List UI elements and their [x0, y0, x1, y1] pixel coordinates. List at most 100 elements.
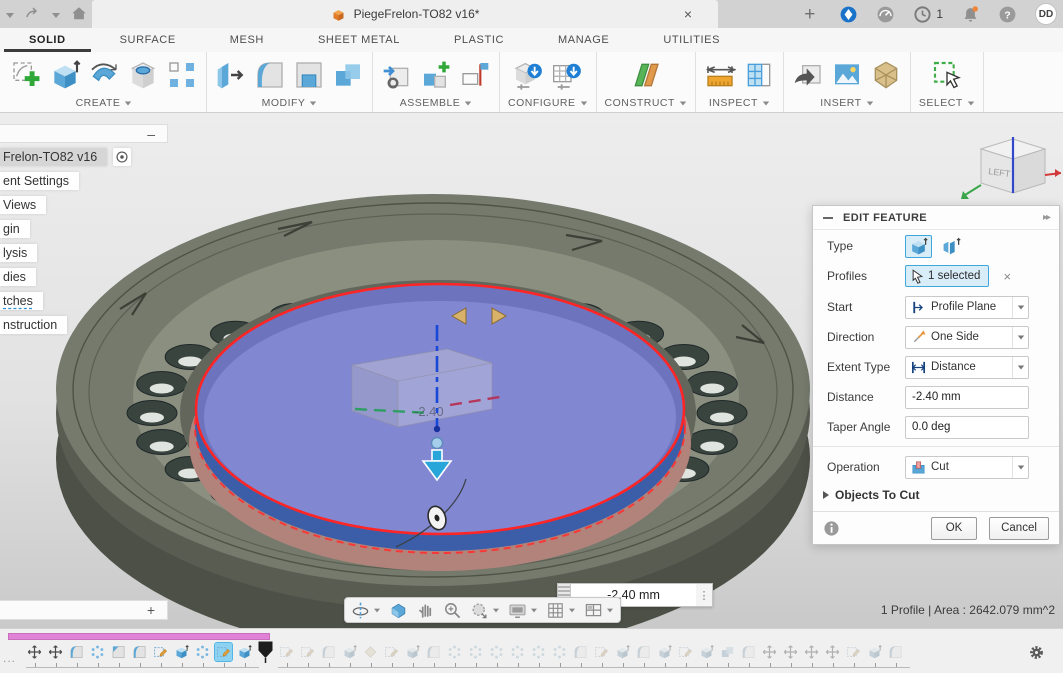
new-component-icon[interactable]	[381, 59, 413, 91]
job-status-icon[interactable]	[876, 5, 895, 24]
pattern[interactable]	[446, 643, 463, 661]
chamfer[interactable]	[110, 643, 127, 661]
objects-to-cut-expander[interactable]: Objects To Cut	[823, 488, 919, 502]
move[interactable]	[26, 643, 43, 661]
move[interactable]	[824, 643, 841, 661]
browser-item-label[interactable]: Views	[0, 196, 46, 214]
toolbar-group-dropdown[interactable]: CONSTRUCT	[605, 97, 687, 109]
ok-button[interactable]: OK	[931, 517, 977, 540]
insert-mesh-icon[interactable]	[870, 59, 902, 91]
dialog-expand-icon[interactable]: ▸▸	[1043, 212, 1049, 223]
pattern[interactable]	[530, 643, 547, 661]
extrude[interactable]	[698, 643, 715, 661]
form[interactable]	[362, 643, 379, 661]
redo-menu-caret-icon[interactable]	[52, 13, 60, 18]
pattern[interactable]	[467, 643, 484, 661]
construction-plane-icon[interactable]	[630, 59, 662, 91]
extrude[interactable]	[173, 643, 190, 661]
ribbon-tab[interactable]: MANAGE	[531, 28, 636, 52]
revolve-icon[interactable]	[88, 59, 120, 91]
look-at[interactable]	[389, 601, 408, 620]
press-pull-icon[interactable]	[215, 59, 247, 91]
avatar[interactable]: DD	[1035, 3, 1057, 25]
profiles-selected-chip[interactable]: 1 selected	[905, 265, 989, 287]
chevron-down-icon[interactable]	[493, 608, 499, 612]
hole-icon[interactable]	[127, 59, 159, 91]
sketch[interactable]	[152, 643, 169, 661]
start-dropdown[interactable]: Profile Plane	[905, 296, 1029, 319]
direction-dropdown[interactable]: One Side	[905, 326, 1029, 349]
browser-item-label[interactable]: Frelon-TO82 v16	[0, 148, 107, 166]
browser-item[interactable]: Frelon-TO82 v16	[0, 147, 131, 167]
combine[interactable]	[719, 643, 736, 661]
toolbar-group-dropdown[interactable]: CONFIGURE	[508, 97, 588, 109]
browser-item-label[interactable]: tches	[0, 292, 43, 310]
create-sketch-icon[interactable]	[10, 59, 42, 91]
pattern[interactable]	[194, 643, 211, 661]
browser-item-label[interactable]: gin	[0, 220, 30, 238]
extensions-icon[interactable]	[839, 5, 858, 24]
redo-icon[interactable]	[24, 5, 42, 23]
joint-icon[interactable]	[420, 59, 452, 91]
close-document-icon[interactable]: ×	[680, 6, 696, 22]
chevron-down-icon[interactable]	[531, 608, 537, 612]
fillet[interactable]	[572, 643, 589, 661]
new-document-tab-icon[interactable]: +	[804, 5, 815, 24]
fillet-icon[interactable]	[254, 59, 286, 91]
move[interactable]	[761, 643, 778, 661]
browser-item[interactable]: tches	[0, 291, 131, 311]
window-zoom[interactable]	[470, 601, 500, 620]
distance-input[interactable]: -2.40 mm	[905, 386, 1029, 409]
combine-icon[interactable]	[332, 59, 364, 91]
sketch[interactable]	[278, 643, 295, 661]
viewports[interactable]	[584, 601, 614, 620]
select-icon[interactable]	[931, 59, 963, 91]
dialog-header[interactable]: EDIT FEATURE ▸▸	[813, 206, 1059, 230]
extrude[interactable]	[341, 643, 358, 661]
help-icon[interactable]: ?	[998, 5, 1017, 24]
shell-icon[interactable]	[293, 59, 325, 91]
taper-angle-input[interactable]: 0.0 deg	[905, 416, 1029, 439]
fillet[interactable]	[425, 643, 442, 661]
browser-item-label[interactable]: dies	[0, 268, 36, 286]
timeline-settings-gear-icon[interactable]	[1028, 644, 1045, 661]
sketch[interactable]	[383, 643, 400, 661]
sketch[interactable]	[593, 643, 610, 661]
browser-item[interactable]: nstruction	[0, 315, 131, 335]
chevron-down-icon[interactable]	[607, 608, 613, 612]
cancel-button[interactable]: Cancel	[989, 517, 1049, 540]
browser-collapse-icon[interactable]: –	[147, 125, 155, 143]
visibility-radio-icon[interactable]	[113, 148, 131, 166]
browser-item-label[interactable]: lysis	[0, 244, 37, 262]
extrude[interactable]	[866, 643, 883, 661]
pattern[interactable]	[488, 643, 505, 661]
fillet[interactable]	[635, 643, 652, 661]
ribbon-tab[interactable]: MESH	[203, 28, 291, 52]
pattern[interactable]	[551, 643, 568, 661]
extrude-icon[interactable]	[49, 59, 81, 91]
browser-item-label[interactable]: nstruction	[0, 316, 67, 334]
browser-add-icon[interactable]: +	[147, 601, 155, 619]
fillet[interactable]	[68, 643, 85, 661]
browser-item[interactable]: Views	[0, 195, 131, 215]
pattern[interactable]	[509, 643, 526, 661]
history-clock-icon[interactable]	[913, 5, 932, 24]
sketch[interactable]	[215, 643, 232, 661]
sketch[interactable]	[677, 643, 694, 661]
home-icon[interactable]	[70, 5, 88, 23]
pattern[interactable]	[89, 643, 106, 661]
extrude[interactable]	[656, 643, 673, 661]
configuration-icon[interactable]	[512, 59, 544, 91]
chevron-down-icon[interactable]	[374, 608, 380, 612]
move[interactable]	[47, 643, 64, 661]
move[interactable]	[782, 643, 799, 661]
configuration-table-icon[interactable]	[551, 59, 583, 91]
clear-selection-icon[interactable]: ×	[1003, 269, 1011, 284]
insert-derive-icon[interactable]	[792, 59, 824, 91]
document-tab[interactable]: PiegeFrelon-TO82 v16* ×	[92, 0, 718, 28]
dialog-minimize-icon[interactable]	[823, 217, 833, 219]
fillet[interactable]	[320, 643, 337, 661]
info-icon[interactable]	[823, 520, 840, 537]
extrude[interactable]	[404, 643, 421, 661]
browser-item[interactable]: ent Settings	[0, 171, 131, 191]
